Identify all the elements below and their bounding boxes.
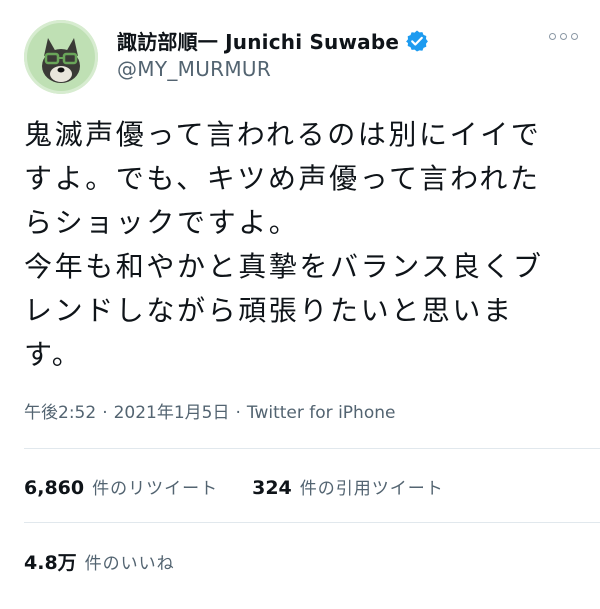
display-name[interactable]: 諏訪部順一 Junichi Suwabe bbox=[117, 26, 399, 55]
tweet-text-line: す。 bbox=[24, 338, 83, 371]
engagement-stats: 6,860 件のリツイート 324 件の引用ツイート bbox=[24, 474, 444, 499]
tweet-card: 諏訪部順一 Junichi Suwabe @MY_MURMUR 鬼滅声優って言わ… bbox=[0, 0, 600, 609]
tweet-text-line: らショックですよ。 bbox=[24, 206, 300, 239]
tweet-text-line: 鬼滅声優って言われるのは別にイイで bbox=[24, 118, 542, 151]
avatar-image bbox=[24, 20, 98, 94]
likes-stat[interactable]: 4.8万 件のいいね bbox=[24, 548, 175, 575]
more-dot bbox=[560, 33, 567, 40]
more-dot bbox=[549, 33, 556, 40]
retweets-label: 件のリツイート bbox=[92, 479, 219, 499]
tweet-source[interactable]: Twitter for iPhone bbox=[247, 403, 396, 423]
quotes-stat[interactable]: 324 件の引用ツイート bbox=[252, 474, 444, 499]
verified-badge-icon bbox=[405, 29, 429, 53]
avatar[interactable] bbox=[24, 20, 98, 94]
tweet-text-line: 今年も和やかと真摯をバランス良くブ bbox=[24, 250, 544, 283]
tweet-meta: 午後2:52 · 2021年1月5日 · Twitter for iPhone bbox=[24, 398, 395, 423]
more-dot bbox=[571, 33, 578, 40]
quotes-count: 324 bbox=[252, 477, 292, 499]
divider bbox=[24, 522, 600, 523]
quotes-label: 件の引用ツイート bbox=[299, 479, 444, 499]
likes-count: 4.8万 bbox=[24, 552, 77, 574]
meta-separator: · bbox=[102, 403, 108, 423]
retweets-count: 6,860 bbox=[24, 477, 85, 499]
retweets-stat[interactable]: 6,860 件のリツイート bbox=[24, 474, 218, 499]
tweet-date[interactable]: 2021年1月5日 bbox=[114, 403, 230, 423]
tweet-text: 鬼滅声優って言われるのは別にイイで すよ。でも、キツめ声優って言われた らショッ… bbox=[24, 113, 584, 377]
name-row: 諏訪部順一 Junichi Suwabe bbox=[117, 26, 429, 55]
tweet-text-line: レンドしながら頑張りたいと思いま bbox=[24, 294, 514, 327]
meta-separator: · bbox=[235, 403, 241, 423]
more-options-icon[interactable] bbox=[549, 33, 578, 40]
tweet-time[interactable]: 午後2:52 bbox=[24, 403, 96, 423]
divider bbox=[24, 448, 600, 449]
user-handle[interactable]: @MY_MURMUR bbox=[117, 57, 271, 81]
likes-label: 件のいいね bbox=[84, 554, 175, 574]
tweet-text-line: すよ。でも、キツめ声優って言われた bbox=[24, 162, 541, 195]
